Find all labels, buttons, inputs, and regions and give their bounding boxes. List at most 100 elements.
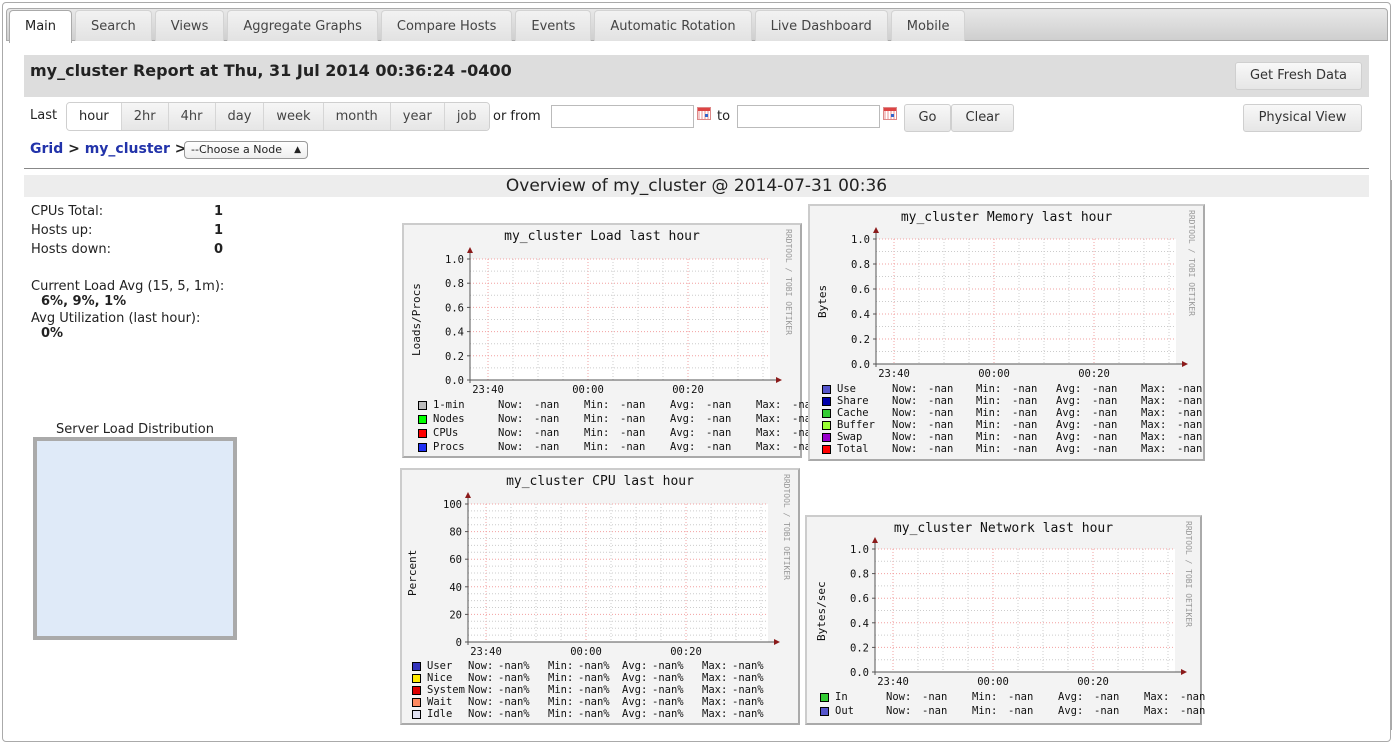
- to-date-input[interactable]: [737, 105, 880, 128]
- legend-now-value: -nan: [928, 419, 954, 431]
- legend-now-label: Now:: [892, 383, 918, 395]
- tab-compare-hosts[interactable]: Compare Hosts: [380, 10, 513, 41]
- physical-view-button[interactable]: Physical View: [1243, 104, 1362, 132]
- tabs: Main Search Views Aggregate Graphs Compa…: [9, 10, 966, 43]
- utilization-label: Avg Utilization (last hour):: [31, 311, 201, 326]
- range-hour-button[interactable]: hour: [67, 103, 122, 130]
- scrollbar[interactable]: [1391, 180, 1392, 730]
- tab-views[interactable]: Views: [154, 10, 225, 41]
- go-button[interactable]: Go: [904, 104, 951, 132]
- tab-automatic-rotation[interactable]: Automatic Rotation: [594, 10, 752, 41]
- network-graph[interactable]: my_cluster Network last hour 0.0 0.2 0.4 0.6…: [805, 515, 1205, 725]
- breadcrumb-separator: >: [68, 141, 80, 157]
- legend-avg-label: Avg:: [622, 660, 648, 672]
- range-day-button[interactable]: day: [215, 103, 265, 130]
- legend-now-value: -nan: [534, 441, 560, 453]
- breadcrumb-grid-link[interactable]: Grid: [30, 141, 63, 157]
- clear-button[interactable]: Clear: [951, 104, 1014, 132]
- range-2hr-button[interactable]: 2hr: [121, 103, 169, 130]
- legend-swatch: [412, 662, 421, 671]
- cpu-graph[interactable]: my_cluster CPU last hour 0 20 40 60 80 100 23:4…: [400, 468, 800, 725]
- legend-swatch: [822, 397, 831, 406]
- legend-max-value: -nan%: [732, 708, 764, 720]
- tab-events[interactable]: Events: [515, 10, 592, 41]
- legend-avg-value: -nan: [706, 413, 732, 425]
- legend-max-label: Max:: [702, 684, 728, 696]
- legend-max-label: Max:: [702, 672, 728, 684]
- y-tick-label: 1.0: [850, 544, 869, 556]
- get-fresh-data-button[interactable]: Get Fresh Data: [1235, 62, 1362, 90]
- tab-live-dashboard[interactable]: Live Dashboard: [754, 10, 888, 41]
- y-tick-label: 0: [456, 637, 462, 649]
- legend-swatch: [412, 710, 421, 719]
- y-tick-label: 40: [449, 582, 462, 594]
- choose-node-select[interactable]: --Choose a Node ▲: [184, 141, 308, 159]
- legend-avg-label: Avg:: [1056, 431, 1082, 443]
- report-header: my_cluster Report at Thu, 31 Jul 2014 00…: [24, 55, 1369, 97]
- range-job-button[interactable]: job: [444, 103, 489, 130]
- legend-min-value: -nan: [1008, 691, 1034, 703]
- legend-series-name: System: [427, 684, 465, 696]
- memory-graph[interactable]: my_cluster Memory last hour 0.0 0.2 0.4 0.6 0…: [808, 204, 1205, 461]
- legend-now-value: -nan: [928, 395, 954, 407]
- server-load-distribution-map[interactable]: [33, 437, 237, 640]
- y-tick-label: 100: [443, 499, 462, 511]
- y-axis-arrow-icon: [872, 537, 878, 543]
- tab-search[interactable]: Search: [75, 10, 152, 41]
- from-date-input[interactable]: [551, 105, 694, 128]
- range-button-group: hour 2hr 4hr day week month year job: [66, 102, 490, 131]
- legend-now-value: -nan%: [498, 672, 530, 684]
- legend-avg-label: Avg:: [622, 672, 648, 684]
- legend-min-label: Min:: [548, 684, 574, 696]
- range-year-button[interactable]: year: [390, 103, 445, 130]
- legend-series-name: Nodes: [433, 413, 465, 425]
- range-month-button[interactable]: month: [323, 103, 391, 130]
- legend-now-value: -nan: [922, 705, 948, 717]
- legend-max-label: Max:: [702, 696, 728, 708]
- legend-swatch: [412, 674, 421, 683]
- y-axis-arrow-icon: [467, 247, 473, 253]
- tab-aggregate-graphs[interactable]: Aggregate Graphs: [227, 10, 378, 41]
- range-week-button[interactable]: week: [264, 103, 324, 130]
- tab-mobile[interactable]: Mobile: [890, 10, 966, 41]
- legend-max-label: Max:: [756, 399, 782, 411]
- legend-series-name: Use: [837, 383, 856, 395]
- breadcrumb-cluster-link[interactable]: my_cluster: [85, 141, 170, 157]
- legend-now-label: Now:: [498, 399, 524, 411]
- legend-min-label: Min:: [584, 427, 610, 439]
- x-axis-arrow-icon: [1182, 361, 1188, 367]
- calendar-icon[interactable]: [883, 107, 897, 120]
- legend-swatch: [418, 443, 427, 452]
- legend-avg-value: -nan: [1092, 443, 1118, 455]
- y-tick-label: 0.4: [851, 309, 870, 321]
- legend-avg-label: Avg:: [622, 708, 648, 720]
- legend-min-value: -nan%: [578, 708, 610, 720]
- legend-avg-label: Avg:: [622, 684, 648, 696]
- legend-avg-value: -nan%: [652, 660, 684, 672]
- y-tick-label: 60: [449, 554, 462, 566]
- legend-avg-value: -nan: [706, 427, 732, 439]
- y-tick-label: 0.8: [850, 569, 869, 581]
- legend-max-value: -nan: [1177, 419, 1203, 431]
- legend-avg-value: -nan: [1092, 395, 1118, 407]
- legend-swatch: [822, 409, 831, 418]
- y-tick-label: 0.8: [851, 259, 870, 271]
- legend-now-value: -nan%: [498, 696, 530, 708]
- legend-min-label: Min:: [976, 383, 1002, 395]
- calendar-icon[interactable]: [697, 107, 711, 120]
- legend-max-label: Max:: [1141, 383, 1167, 395]
- y-tick-label: 0.2: [445, 351, 464, 363]
- load-graph[interactable]: my_cluster Load last hour 0.0 0.2 0.4 0.6 0.8…: [402, 223, 817, 458]
- y-tick-label: 20: [449, 609, 462, 621]
- legend-max-label: Max:: [702, 660, 728, 672]
- legend-avg-value: -nan: [1094, 705, 1120, 717]
- tab-main[interactable]: Main: [9, 10, 73, 43]
- legend-max-label: Max:: [756, 413, 782, 425]
- y-tick-label: 1.0: [851, 234, 870, 246]
- legend-swatch: [418, 429, 427, 438]
- load-avg-value: 6%, 9%, 1%: [41, 294, 127, 309]
- range-4hr-button[interactable]: 4hr: [168, 103, 216, 130]
- legend-max-value: -nan: [1177, 443, 1203, 455]
- legend-swatch: [820, 693, 829, 702]
- legend-min-label: Min:: [972, 705, 998, 717]
